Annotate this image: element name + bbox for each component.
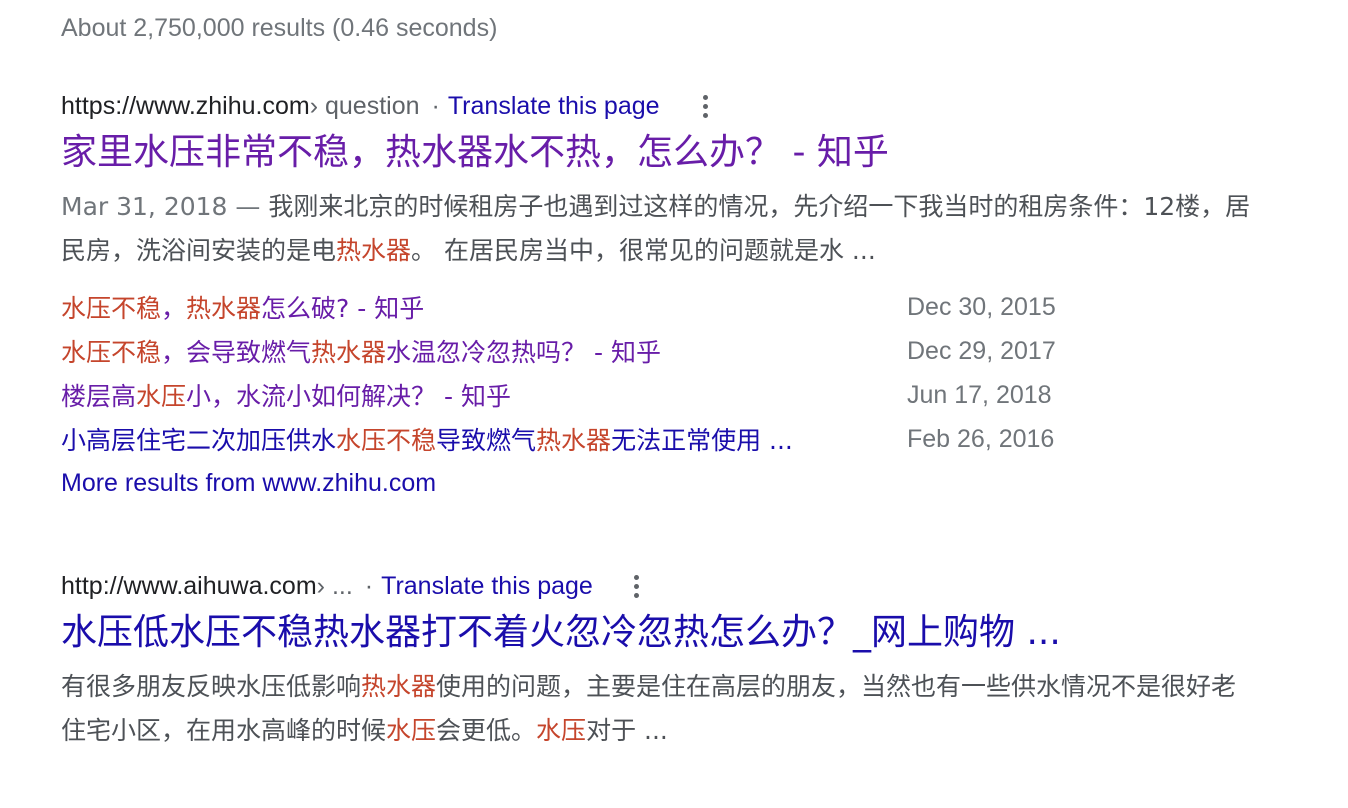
snippet-text: 。 在居民房当中，很常见的问题就是水 ...	[411, 236, 876, 265]
result-title-link[interactable]: 家里水压非常不稳，热水器水不热，怎么办？ - 知乎	[61, 129, 1261, 177]
result-domain[interactable]: http://www.aihuwa.com	[61, 572, 317, 601]
more-vert-icon[interactable]	[627, 571, 647, 601]
result-breadcrumb: › ...	[316, 571, 353, 600]
snippet-highlight: 热水器	[361, 672, 437, 701]
translate-link[interactable]: Translate this page	[448, 92, 660, 121]
sitelink-text: ，	[161, 294, 187, 323]
sitelink-highlight: 热水器	[536, 426, 612, 455]
sitelink-text: 楼层高	[61, 382, 137, 411]
sitelink[interactable]: 楼层高水压小，水流小如何解决？ - 知乎	[61, 377, 907, 413]
snippet-highlight: 热水器	[336, 236, 412, 265]
result-breadcrumb: › question	[309, 91, 420, 120]
result-stats: About 2,750,000 results (0.46 seconds)	[61, 14, 498, 42]
sitelink-text: 怎么破? - 知乎	[261, 294, 425, 323]
sitelink-text: 小，水流小如何解决？ - 知乎	[186, 382, 511, 411]
sitelinks: 水压不稳，热水器怎么破? - 知乎 Dec 30, 2015 水压不稳，会导致燃…	[61, 285, 1261, 461]
sitelink-date: Dec 30, 2015	[907, 292, 1056, 321]
sitelink-highlight: 水压不稳	[61, 294, 162, 323]
result-snippet: Mar 31, 2018 — 我刚来北京的时候租房子也遇到过这样的情况，先介绍一…	[61, 185, 1251, 273]
result-title-link[interactable]: 水压低水压不稳热水器打不着火忽冷忽热怎么办？_网上购物 ...	[61, 609, 1261, 657]
sitelink-highlight: 热水器	[311, 338, 387, 367]
sitelink-text: 无法正常使用 ...	[611, 426, 793, 455]
result-citation: http://www.aihuwa.com › ... · Translate …	[61, 566, 1261, 606]
sitelink-row: 水压不稳，热水器怎么破? - 知乎 Dec 30, 2015	[61, 285, 1261, 329]
sitelink-date: Feb 26, 2016	[907, 424, 1055, 453]
sitelink-row: 楼层高水压小，水流小如何解决？ - 知乎 Jun 17, 2018	[61, 373, 1261, 417]
search-result: https://www.zhihu.com › question · Trans…	[61, 86, 1261, 505]
sitelink-date: Jun 17, 2018	[907, 380, 1052, 409]
sitelink-highlight: 水压不稳	[336, 426, 437, 455]
sitelink-row: 水压不稳，会导致燃气热水器水温忽冷忽热吗？ - 知乎 Dec 29, 2017	[61, 329, 1261, 373]
snippet-date: Mar 31, 2018 —	[61, 192, 269, 221]
sitelink-text: 水温忽冷忽热吗？ - 知乎	[386, 338, 661, 367]
snippet-text: 对于 ...	[586, 716, 668, 745]
sitelink-row: 小高层住宅二次加压供水水压不稳导致燃气热水器无法正常使用 ... Feb 26,…	[61, 417, 1261, 461]
translate-link[interactable]: Translate this page	[381, 572, 593, 601]
snippet-highlight: 水压	[386, 716, 437, 745]
result-citation: https://www.zhihu.com › question · Trans…	[61, 86, 1261, 126]
sitelink[interactable]: 水压不稳，热水器怎么破? - 知乎	[61, 289, 907, 325]
result-domain[interactable]: https://www.zhihu.com	[61, 92, 310, 121]
sitelink-text: ，会导致燃气	[161, 338, 312, 367]
sitelink-text: 小高层住宅二次加压供水	[61, 426, 337, 455]
separator-dot: ·	[364, 571, 374, 600]
search-result: http://www.aihuwa.com › ... · Translate …	[61, 566, 1261, 753]
sitelink-highlight: 热水器	[186, 294, 262, 323]
more-vert-icon[interactable]	[696, 91, 716, 121]
sitelink-text: 导致燃气	[436, 426, 537, 455]
sitelink-date: Dec 29, 2017	[907, 336, 1056, 365]
sitelink[interactable]: 水压不稳，会导致燃气热水器水温忽冷忽热吗？ - 知乎	[61, 333, 907, 369]
sitelink-highlight: 水压	[136, 382, 187, 411]
result-snippet: 有很多朋友反映水压低影响热水器使用的问题，主要是住在高层的朋友，当然也有一些供水…	[61, 665, 1241, 753]
snippet-highlight: 水压	[536, 716, 587, 745]
sitelink[interactable]: 小高层住宅二次加压供水水压不稳导致燃气热水器无法正常使用 ...	[61, 421, 907, 457]
snippet-text: 有很多朋友反映水压低影响	[61, 672, 362, 701]
snippet-text: 会更低。	[436, 716, 537, 745]
sitelink-highlight: 水压不稳	[61, 338, 162, 367]
separator-dot: ·	[431, 91, 440, 120]
more-results-link[interactable]: More results from www.zhihu.com	[61, 461, 1261, 505]
